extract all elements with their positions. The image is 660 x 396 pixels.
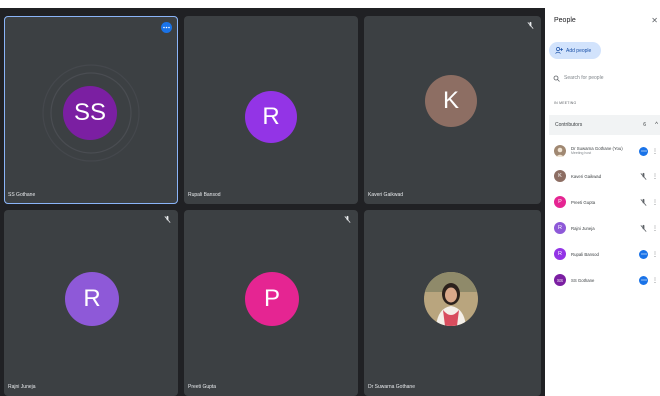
mic-off-icon xyxy=(640,172,647,180)
avatar-initial: R xyxy=(558,225,562,231)
avatar-initials: R xyxy=(262,103,280,130)
more-horizontal-icon xyxy=(163,26,170,29)
participant-name: Preeti Gupta xyxy=(188,384,217,390)
chevron-up-icon[interactable]: ^ xyxy=(655,122,658,128)
more-vert-icon[interactable]: ⋮ xyxy=(652,277,658,284)
more-status-icon xyxy=(639,146,648,156)
participant-avatar: P xyxy=(554,196,566,208)
mic-off-icon xyxy=(640,224,647,232)
avatar: R xyxy=(65,272,119,326)
participant-photo xyxy=(554,145,566,157)
participant-avatar: SS xyxy=(554,274,566,286)
video-tile-rajni-juneja[interactable]: R Rajni Juneja xyxy=(4,210,178,396)
participant-avatar: R xyxy=(554,248,566,260)
participant-row[interactable]: Dr Suwarna Gothane (You) Meeting host ⋮ xyxy=(554,142,660,160)
participant-name: Dr Suwarna Gothane xyxy=(368,384,415,390)
participant-row[interactable]: R Rupali Bansod ⋮ xyxy=(554,245,660,263)
more-vert-icon[interactable]: ⋮ xyxy=(652,173,658,180)
avatar: K xyxy=(425,75,477,127)
participant-avatar: K xyxy=(554,170,566,182)
avatar: R xyxy=(245,91,297,143)
more-options-icon[interactable] xyxy=(161,22,172,33)
avatar-initials: SS xyxy=(73,99,106,126)
participant-name: Rupali Bansod xyxy=(571,251,599,257)
video-grid: SS SS Gothane R Rupali Bansod K Kaveri G… xyxy=(0,0,545,396)
contributors-group[interactable]: Contributors 6 ^ xyxy=(549,115,660,135)
search-placeholder: Search for people xyxy=(564,75,604,81)
participant-avatar: R xyxy=(554,222,566,234)
mic-off-icon xyxy=(640,198,647,206)
video-tile-rupali-bansod[interactable]: R Rupali Bansod xyxy=(184,16,358,204)
more-vert-icon[interactable]: ⋮ xyxy=(652,148,658,155)
more-vert-icon[interactable]: ⋮ xyxy=(652,199,658,206)
avatar: P xyxy=(245,272,299,326)
group-count: 6 xyxy=(643,122,646,128)
search-field[interactable]: Search for people xyxy=(549,68,657,88)
participant-name: Kaveri Gaikwad xyxy=(368,192,404,198)
avatar-initial: P xyxy=(558,199,562,205)
participant-name: Rupali Bansod xyxy=(188,192,221,198)
video-tile-dr-suwarna-gothane[interactable]: Dr Suwarna Gothane xyxy=(364,210,541,396)
group-label: Contributors xyxy=(555,122,583,128)
avatar-initial: R xyxy=(558,251,562,257)
panel-title: People xyxy=(554,17,576,24)
profile-photo xyxy=(424,272,478,326)
more-vert-icon[interactable]: ⋮ xyxy=(652,225,658,232)
mic-off-icon xyxy=(527,21,534,29)
more-status-icon xyxy=(639,275,648,285)
participant-name: Kaveri Gaikwad xyxy=(571,173,602,179)
avatar-initials: K xyxy=(442,87,459,114)
person-add-icon xyxy=(555,47,563,54)
participant-row[interactable]: R Rajni Juneja ⋮ xyxy=(554,219,660,237)
avatar-initial: SS xyxy=(556,277,563,283)
search-icon xyxy=(553,75,560,82)
close-icon[interactable]: ✕ xyxy=(651,16,658,25)
participant-row[interactable]: K Kaveri Gaikwad ⋮ xyxy=(554,167,660,185)
participant-name: Preeti Gupta xyxy=(571,199,596,205)
add-people-button[interactable]: Add people xyxy=(549,42,601,59)
participant-name: SS Gothane xyxy=(571,277,595,283)
video-tile-kaveri-gaikwad[interactable]: K Kaveri Gaikwad xyxy=(364,16,541,204)
avatar: SS xyxy=(63,86,117,140)
top-edge xyxy=(0,0,545,8)
add-people-label: Add people xyxy=(566,47,592,54)
section-label: IN MEETING xyxy=(554,101,577,105)
more-status-icon xyxy=(639,249,648,259)
participant-name: Rajni Juneja xyxy=(8,384,36,390)
video-tile-preeti-gupta[interactable]: P Preeti Gupta xyxy=(184,210,358,396)
participant-row[interactable]: SS SS Gothane ⋮ xyxy=(554,271,660,289)
mic-off-icon xyxy=(344,215,351,223)
mic-off-icon xyxy=(164,215,171,223)
people-panel: People ✕ Add people Search for people IN… xyxy=(545,0,660,396)
avatar-initials: P xyxy=(263,285,280,312)
avatar-initial: K xyxy=(558,173,562,179)
more-vert-icon[interactable]: ⋮ xyxy=(652,251,658,258)
video-tile-ss-gothane[interactable]: SS SS Gothane xyxy=(4,16,178,204)
avatar-initials: R xyxy=(83,285,101,312)
participant-info: Dr Suwarna Gothane (You) Meeting host xyxy=(571,146,623,156)
participant-role: Meeting host xyxy=(571,151,592,155)
participant-name: Rajni Juneja xyxy=(571,225,595,231)
participant-name: SS Gothane xyxy=(8,192,36,198)
participant-row[interactable]: P Preeti Gupta ⋮ xyxy=(554,193,660,211)
